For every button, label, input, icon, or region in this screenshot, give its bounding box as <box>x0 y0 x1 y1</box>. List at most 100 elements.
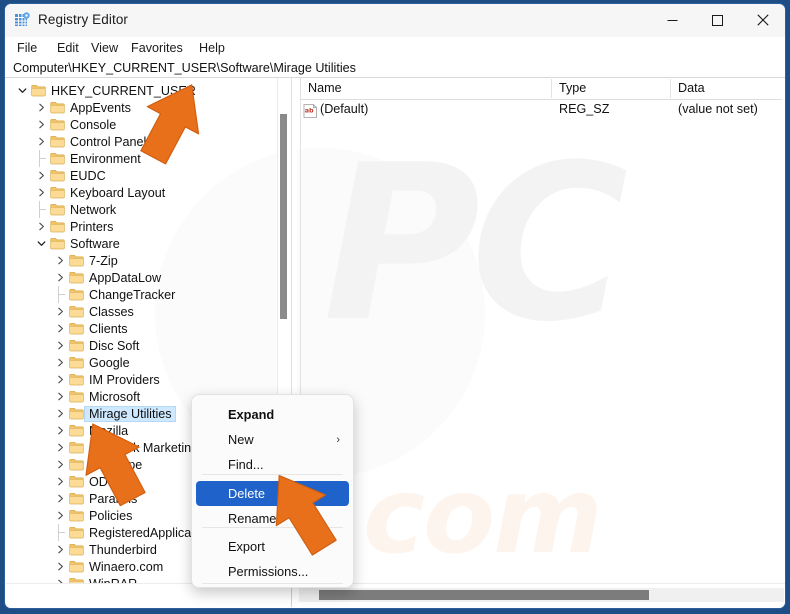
value-type: REG_SZ <box>559 102 610 116</box>
context-menu-item-new[interactable]: New › <box>196 427 349 452</box>
value-row[interactable]: ab (Default) REG_SZ (value not set) <box>301 101 782 121</box>
tree-item-label: Disc Soft <box>89 338 140 353</box>
tree-item-classes[interactable]: Classes <box>6 303 288 320</box>
tree-item-control-panel[interactable]: Control Panel <box>6 133 287 150</box>
tree-item-clients[interactable]: Clients <box>6 320 288 337</box>
tree-item-software[interactable]: Software <box>6 235 287 252</box>
close-button[interactable] <box>740 4 785 36</box>
tree-item-label: ChangeTracker <box>89 287 176 302</box>
column-divider-2[interactable] <box>670 79 671 98</box>
tree-item-changetracker[interactable]: ChangeTracker <box>6 286 288 303</box>
horizontal-scrollbar-thumb[interactable] <box>319 590 649 600</box>
tree-item-label: Google <box>89 355 130 370</box>
chevron-right-icon[interactable] <box>54 473 67 490</box>
column-divider-1[interactable] <box>551 79 552 98</box>
chevron-right-icon[interactable] <box>54 507 67 524</box>
menu-item-favorites[interactable]: Favorites <box>127 39 187 57</box>
folder-icon <box>48 99 66 116</box>
tree-item-label: Clients <box>89 321 128 336</box>
chevron-right-icon[interactable] <box>35 167 48 184</box>
tree-item-label: Thunderbird <box>89 542 157 557</box>
tree-item-label: AppEvents <box>70 100 131 115</box>
chevron-right-icon[interactable] <box>54 439 67 456</box>
chevron-right-icon[interactable] <box>54 371 67 388</box>
chevron-right-icon[interactable] <box>54 337 67 354</box>
chevron-down-icon[interactable] <box>35 235 48 252</box>
folder-icon <box>29 82 47 99</box>
column-header-name[interactable]: Name <box>308 81 342 95</box>
chevron-right-icon[interactable] <box>35 218 48 235</box>
context-menu-item-expand[interactable]: Expand <box>196 402 349 427</box>
menu-item-view[interactable]: View <box>87 39 122 57</box>
folder-icon <box>67 473 85 490</box>
chevron-right-icon[interactable] <box>35 116 48 133</box>
tree-item-hkey-current-user[interactable]: HKEY_CURRENT_USER <box>6 82 268 99</box>
tree-item-label: Mullhook Marketing <box>89 440 199 455</box>
registry-editor-icon <box>14 12 31 29</box>
tree-item-disc-soft[interactable]: Disc Soft <box>6 337 288 354</box>
column-header-data[interactable]: Data <box>678 81 705 95</box>
tree-item-eudc[interactable]: EUDC <box>6 167 287 184</box>
menu-item-file[interactable]: File <box>13 39 41 57</box>
registry-values-pane[interactable]: Name Type Data ab (Default) REG_SZ (value n… <box>297 78 785 583</box>
chevron-right-icon[interactable] <box>54 252 67 269</box>
column-header-type[interactable]: Type <box>559 81 586 95</box>
context-menu-item-rename[interactable]: Rename <box>196 506 349 531</box>
chevron-right-icon[interactable] <box>54 422 67 439</box>
chevron-right-icon[interactable] <box>54 490 67 507</box>
chevron-right-icon[interactable] <box>54 456 67 473</box>
registry-editor-window: Registry Editor File Edit View Favorites Hel… <box>4 3 786 609</box>
chevron-right-icon[interactable] <box>54 541 67 558</box>
chevron-right-icon[interactable] <box>54 558 67 575</box>
tree-item-7-zip[interactable]: 7-Zip <box>6 252 288 269</box>
tree-item-printers[interactable]: Printers <box>6 218 287 235</box>
tree-item-keyboard-layout[interactable]: Keyboard Layout <box>6 184 287 201</box>
values-column-header: Name Type Data <box>301 78 782 100</box>
folder-icon <box>67 558 85 575</box>
folder-icon <box>48 235 66 252</box>
tree-item-network[interactable]: Network <box>6 201 287 218</box>
address-bar[interactable]: Computer\HKEY_CURRENT_USER\Software\Mira… <box>5 59 785 78</box>
tree-item-label: Software <box>70 236 120 251</box>
context-menu-item-find[interactable]: Find... <box>196 452 349 477</box>
horizontal-scrollbar[interactable] <box>299 588 784 602</box>
tree-item-label: Parallels <box>89 491 138 506</box>
context-menu-item-delete[interactable]: Delete <box>196 481 349 506</box>
chevron-right-icon[interactable] <box>54 354 67 371</box>
chevron-down-icon[interactable] <box>16 82 29 99</box>
chevron-right-icon[interactable] <box>54 303 67 320</box>
menu-item-edit[interactable]: Edit <box>53 39 83 57</box>
chevron-right-icon[interactable] <box>35 133 48 150</box>
string-value-icon: ab <box>303 103 318 118</box>
chevron-right-icon[interactable] <box>54 320 67 337</box>
folder-icon <box>67 286 85 303</box>
chevron-right-icon[interactable] <box>54 575 67 583</box>
tree-item-label: Keyboard Layout <box>70 185 166 200</box>
folder-icon <box>67 456 85 473</box>
tree-item-google[interactable]: Google <box>6 354 288 371</box>
context-menu-item-label: Export <box>228 539 265 554</box>
context-menu[interactable]: Expand New › Find... Delete Rename Export Permi… <box>191 394 354 588</box>
chevron-right-icon[interactable] <box>35 99 48 116</box>
maximize-button[interactable] <box>695 4 740 36</box>
chevron-right-icon[interactable] <box>54 405 67 422</box>
folder-icon <box>48 116 66 133</box>
minimize-button[interactable] <box>650 4 695 36</box>
tree-item-im-providers[interactable]: IM Providers <box>6 371 288 388</box>
folder-icon <box>48 201 66 218</box>
folder-icon <box>48 150 66 167</box>
tree-scrollbar-thumb[interactable] <box>280 114 287 319</box>
tree-item-environment[interactable]: Environment <box>6 150 287 167</box>
chevron-right-icon[interactable] <box>54 388 67 405</box>
context-menu-item-export[interactable]: Export <box>196 534 349 559</box>
tree-item-console[interactable]: Console <box>6 116 287 133</box>
chevron-right-icon[interactable] <box>35 184 48 201</box>
tree-item-appdatalow[interactable]: AppDataLow <box>6 269 288 286</box>
tree-connector-line <box>35 201 48 218</box>
menu-item-help[interactable]: Help <box>195 39 229 57</box>
chevron-right-icon[interactable] <box>54 269 67 286</box>
value-data: (value not set) <box>678 102 758 116</box>
tree-item-appevents[interactable]: AppEvents <box>6 99 287 116</box>
context-menu-item-permissions[interactable]: Permissions... <box>196 559 349 584</box>
tree-item-label: Mozilla <box>89 423 129 438</box>
